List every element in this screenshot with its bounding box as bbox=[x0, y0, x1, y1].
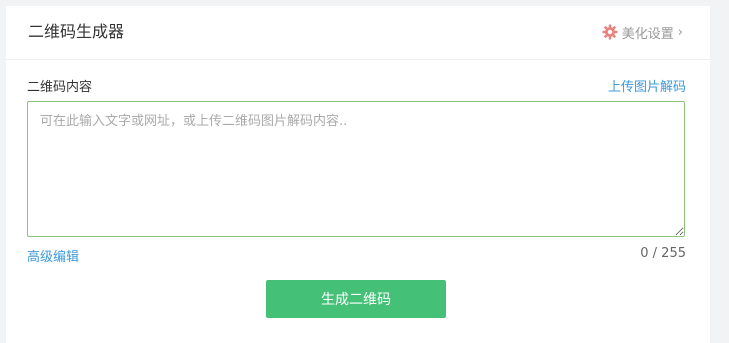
generate-qr-button[interactable]: 生成二维码 bbox=[266, 280, 446, 318]
advanced-edit-link[interactable]: 高级编辑 bbox=[27, 246, 79, 265]
qr-generator-card: 二维码生成器 美化设置 › 二维码内容 上传图片解码 可在此输入文字或网址，或上… bbox=[6, 6, 710, 343]
char-count: 0 / 255 bbox=[640, 246, 686, 261]
page-title: 二维码生成器 bbox=[28, 22, 125, 41]
qr-content-textarea[interactable] bbox=[27, 101, 685, 237]
beautify-settings-button[interactable]: 美化设置 › bbox=[602, 22, 683, 42]
card-header: 二维码生成器 美化设置 › bbox=[6, 6, 710, 60]
gear-icon bbox=[602, 24, 618, 40]
chevron-right-icon: › bbox=[677, 24, 683, 40]
qr-content-label: 二维码内容 bbox=[27, 80, 93, 95]
upload-image-decode-link[interactable]: 上传图片解码 bbox=[608, 76, 686, 95]
beautify-settings-label: 美化设置 bbox=[621, 26, 674, 42]
